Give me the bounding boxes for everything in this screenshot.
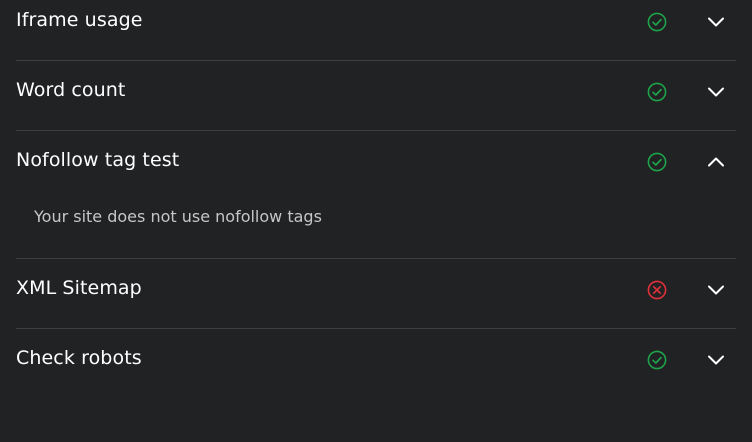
check-item-xml-sitemap: XML Sitemap <box>16 259 736 329</box>
check-header[interactable]: XML Sitemap <box>16 259 736 328</box>
check-item-nofollow-tag-test: Nofollow tag test Your site does not use… <box>16 131 736 259</box>
check-title: Word count <box>16 79 126 101</box>
check-title: Nofollow tag test <box>16 149 180 171</box>
check-circle-icon <box>647 350 667 370</box>
check-header[interactable]: Word count <box>16 61 736 130</box>
check-title: XML Sitemap <box>16 277 142 299</box>
x-circle-icon <box>647 280 667 300</box>
chevron-down-icon[interactable] <box>706 82 726 102</box>
chevron-down-icon[interactable] <box>706 350 726 370</box>
check-details: Your site does not use nofollow tags <box>16 200 736 258</box>
chevron-down-icon[interactable] <box>706 280 726 300</box>
check-circle-icon <box>647 82 667 102</box>
check-title: Iframe usage <box>16 9 143 31</box>
check-circle-icon <box>647 152 667 172</box>
chevron-down-icon[interactable] <box>706 12 726 32</box>
check-circle-icon <box>647 12 667 32</box>
check-item-iframe-usage: Iframe usage <box>16 0 736 61</box>
check-item-check-robots: Check robots <box>16 329 736 398</box>
check-header[interactable]: Iframe usage <box>16 0 736 60</box>
seo-checks-list: Iframe usage Word count Nofollow tag tes… <box>0 0 752 433</box>
check-header[interactable]: Check robots <box>16 329 736 398</box>
check-detail-text: Your site does not use nofollow tags <box>34 207 322 226</box>
chevron-up-icon[interactable] <box>706 152 726 172</box>
check-header[interactable]: Nofollow tag test <box>16 131 736 200</box>
check-title: Check robots <box>16 347 142 369</box>
check-item-word-count: Word count <box>16 61 736 131</box>
